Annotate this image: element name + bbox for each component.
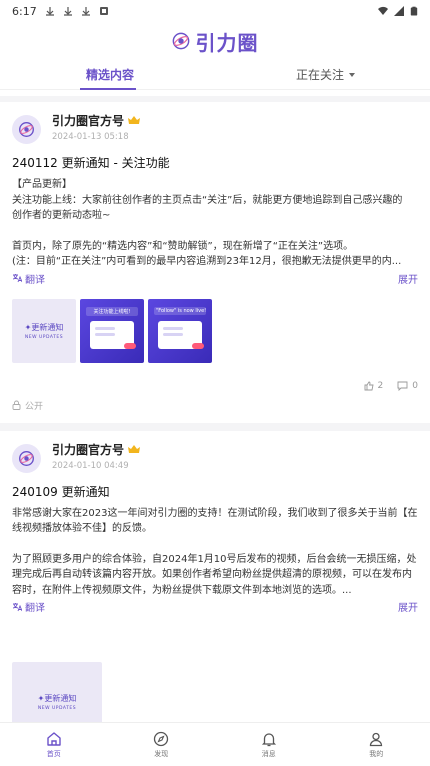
post-body[interactable]: 【产品更新】 关注功能上线：大家前往创作者的主页点击“关注”后，就能更方便地追踪… bbox=[12, 177, 418, 270]
crown-icon bbox=[128, 116, 141, 124]
thumb-title: 关注功能上线啦! bbox=[86, 306, 138, 316]
wifi-icon bbox=[378, 6, 388, 16]
translate-button[interactable]: 翻译 bbox=[12, 271, 45, 286]
nav-label: 消息 bbox=[261, 749, 276, 758]
lock-icon bbox=[12, 400, 21, 410]
thumb-follow-badge bbox=[124, 342, 136, 349]
translate-label: 翻译 bbox=[25, 274, 45, 286]
post-time: 2024-01-13 05:18 bbox=[52, 132, 129, 142]
nav-home[interactable]: 首页 bbox=[0, 723, 108, 766]
author-name[interactable]: 引力圈官方号 bbox=[52, 441, 124, 458]
app-logo-icon bbox=[19, 450, 34, 466]
status-bar: 6:17 bbox=[0, 0, 430, 22]
translate-icon bbox=[12, 274, 22, 283]
notification-box-icon bbox=[99, 7, 108, 15]
signal-icon bbox=[394, 6, 404, 16]
thumb-title: ✦更新通知 bbox=[37, 694, 77, 703]
post-body-line: 理完成后再自动转该篇内容开放。如果创作者希望向粉丝提供超清的原视频，可以在发布内 bbox=[12, 569, 412, 580]
post-body-line: 为了照顾更多用户的综合体验，自2024年1月10号后发布的视频，后台会统一无损压… bbox=[12, 553, 417, 565]
post-card[interactable]: 引力圈官方号 2024-01-10 04:49 240109 更新通知 非常感谢… bbox=[0, 430, 430, 722]
tab-following[interactable]: 正在关注 bbox=[296, 66, 356, 83]
nav-label: 发现 bbox=[154, 749, 169, 758]
visibility-status: 公开 bbox=[12, 399, 418, 423]
app-logo-icon bbox=[172, 32, 189, 50]
post-body-line: 线视频播放体验不佳】的反馈。 bbox=[12, 523, 152, 534]
home-icon bbox=[47, 731, 61, 746]
post-image[interactable]: 关注功能上线啦! bbox=[80, 298, 144, 363]
app-brand: 引力圈 bbox=[195, 30, 259, 55]
post-image[interactable]: ✦更新通知 NEW UPDATES bbox=[12, 298, 76, 363]
post-body-line: 创作者的更新动态啦~ bbox=[12, 210, 111, 221]
post-body-line bbox=[12, 537, 418, 552]
nav-discover[interactable]: 发现 bbox=[108, 723, 216, 766]
nav-label: 首页 bbox=[46, 749, 61, 758]
post-body-line: 关注功能上线：大家前往创作者的主页点击“关注”后，就能更方便地追踪到自己感兴趣的 bbox=[12, 194, 403, 206]
post-body-line: 【产品更新】 bbox=[12, 179, 72, 190]
thumb-title: "Follow" is now live! bbox=[154, 306, 206, 315]
thumbs-up-icon bbox=[364, 381, 374, 390]
author-name[interactable]: 引力圈官方号 bbox=[52, 112, 124, 129]
battery-icon bbox=[410, 6, 418, 15]
thumb-title: ✦更新通知 bbox=[24, 322, 64, 332]
tab-featured[interactable]: 精选内容 bbox=[86, 66, 134, 83]
post-time: 2024-01-10 04:49 bbox=[52, 460, 129, 471]
post-body-line: 首页内，除了原先的“精选内容”和“赞助解锁”，现在新增了“正在关注”选项。 bbox=[12, 240, 354, 252]
post-body-line bbox=[12, 224, 418, 239]
avatar[interactable] bbox=[12, 115, 41, 144]
post-title[interactable]: 240109 更新通知 bbox=[12, 483, 418, 500]
tab-following-label: 正在关注 bbox=[296, 68, 345, 82]
compass-icon bbox=[154, 731, 169, 746]
translate-label: 翻译 bbox=[25, 603, 45, 614]
status-time: 6:17 bbox=[12, 4, 37, 18]
nav-label: 我的 bbox=[369, 749, 384, 758]
app-header: 引力圈 bbox=[0, 22, 430, 60]
post-title[interactable]: 240112 更新通知 - 关注功能 bbox=[12, 154, 418, 171]
bell-icon bbox=[261, 732, 276, 746]
like-count: 2 bbox=[377, 380, 384, 391]
download-icon bbox=[45, 7, 54, 16]
nav-profile[interactable]: 我的 bbox=[323, 723, 430, 766]
post-card[interactable]: 引力圈官方号 2024-01-13 05:18 240112 更新通知 - 关注… bbox=[0, 102, 430, 423]
post-image[interactable]: "Follow" is now live! bbox=[148, 298, 212, 363]
user-icon bbox=[370, 732, 383, 746]
tab-active-indicator bbox=[80, 88, 136, 90]
download-icon bbox=[81, 7, 90, 16]
post-body-line: 容时，在附件上传视频原文件，为粉丝提供下载原文件到本地浏览的选项。... bbox=[12, 584, 352, 596]
bottom-nav: 首页 发现 消息 我的 bbox=[0, 722, 430, 766]
app-logo-icon bbox=[19, 122, 34, 137]
post-body-line: 非常感谢大家在2023这一年间对引力圈的支持！在测试阶段，我们收到了很多关于当前… bbox=[12, 507, 418, 519]
chevron-down-icon bbox=[349, 72, 356, 77]
expand-button[interactable]: 展开 bbox=[398, 271, 418, 286]
comment-button[interactable]: 0 bbox=[397, 381, 418, 391]
download-icon bbox=[63, 7, 72, 16]
feed-list[interactable]: 引力圈官方号 2024-01-13 05:18 240112 更新通知 - 关注… bbox=[0, 96, 430, 722]
post-body[interactable]: 非常感谢大家在2023这一年间对引力圈的支持！在测试阶段，我们收到了很多关于当前… bbox=[12, 506, 418, 599]
translate-button[interactable]: 翻译 bbox=[12, 599, 45, 614]
expand-button[interactable]: 展开 bbox=[398, 599, 418, 614]
nav-messages[interactable]: 消息 bbox=[215, 723, 323, 766]
post-body-line: (注：目前“正在关注”内可看到的最早内容追溯到23年12月，很抱歉无法提供更早的… bbox=[12, 256, 402, 267]
feed-tabs: 精选内容 正在关注 bbox=[0, 60, 430, 90]
visibility-label: 公开 bbox=[25, 401, 44, 412]
like-button[interactable]: 2 bbox=[364, 380, 384, 391]
crown-icon bbox=[128, 444, 141, 453]
translate-icon bbox=[12, 602, 22, 611]
thumb-subtitle: NEW UPDATES bbox=[37, 706, 77, 711]
comment-icon bbox=[397, 381, 408, 391]
thumb-follow-badge bbox=[192, 342, 204, 349]
avatar[interactable] bbox=[12, 443, 41, 473]
thumb-subtitle: NEW UPDATES bbox=[24, 334, 64, 340]
comment-count: 0 bbox=[412, 380, 418, 391]
post-image[interactable]: ✦更新通知 NEW UPDATES bbox=[12, 662, 102, 722]
